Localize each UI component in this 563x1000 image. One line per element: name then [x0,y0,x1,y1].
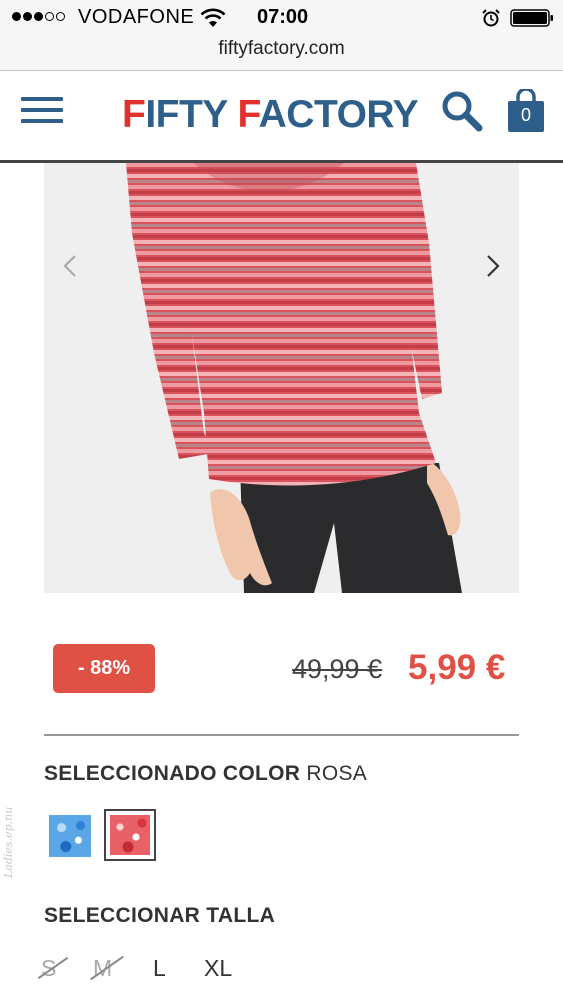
clock: 07:00 [257,6,309,28]
size-option-m[interactable]: M [90,954,124,982]
size-heading: SELECCIONAR TALLA [44,904,276,927]
chevron-right-icon[interactable] [477,251,507,281]
site-header: FIFTY FACTORY 0 [0,71,563,163]
search-icon[interactable] [440,89,484,133]
color-heading: SELECCIONADO COLOR ROSA [44,762,367,786]
size-label: L [153,955,166,981]
original-price: 49,99 € [292,654,383,684]
color-swatch-pink-selected[interactable] [104,809,156,861]
size-option-s[interactable]: S [37,954,69,982]
carrier-name: VODAFONE [78,6,195,28]
cart-count: 0 [520,105,531,125]
battery-icon [510,9,553,27]
cart-button[interactable]: 0 [507,87,545,133]
logo-text: IFTY [145,93,238,136]
status-bar: VODAFONE 07:00 [0,0,563,36]
signal-strength-icon [12,12,65,21]
product-image[interactable] [44,163,519,593]
divider [44,734,519,736]
logo-letter: F [122,93,146,136]
chevron-left-icon[interactable] [56,251,86,281]
logo-letter: F [237,93,259,136]
color-swatch-blue[interactable] [49,815,91,857]
alarm-icon [482,9,500,27]
size-label: XL [204,955,233,981]
wifi-icon [200,8,226,27]
site-logo[interactable]: FIFTY FACTORY [122,93,419,137]
size-option-l[interactable]: L [153,954,166,982]
watermark: Ladies.ep.nu [2,806,15,878]
color-swatch-pink [110,815,150,855]
size-label: M [93,955,113,981]
color-label: SELECCIONADO COLOR [44,762,301,785]
sale-price: 5,99 € [408,648,506,687]
logo-text: ACTORY [258,93,419,136]
product-photo [126,163,462,593]
url-text: fiftyfactory.com [218,38,345,59]
size-option-xl[interactable]: XL [204,954,232,982]
color-value: ROSA [306,762,368,785]
discount-badge: - 88% [53,644,155,693]
address-bar[interactable]: fiftyfactory.com [0,36,563,71]
menu-icon[interactable] [21,97,63,129]
